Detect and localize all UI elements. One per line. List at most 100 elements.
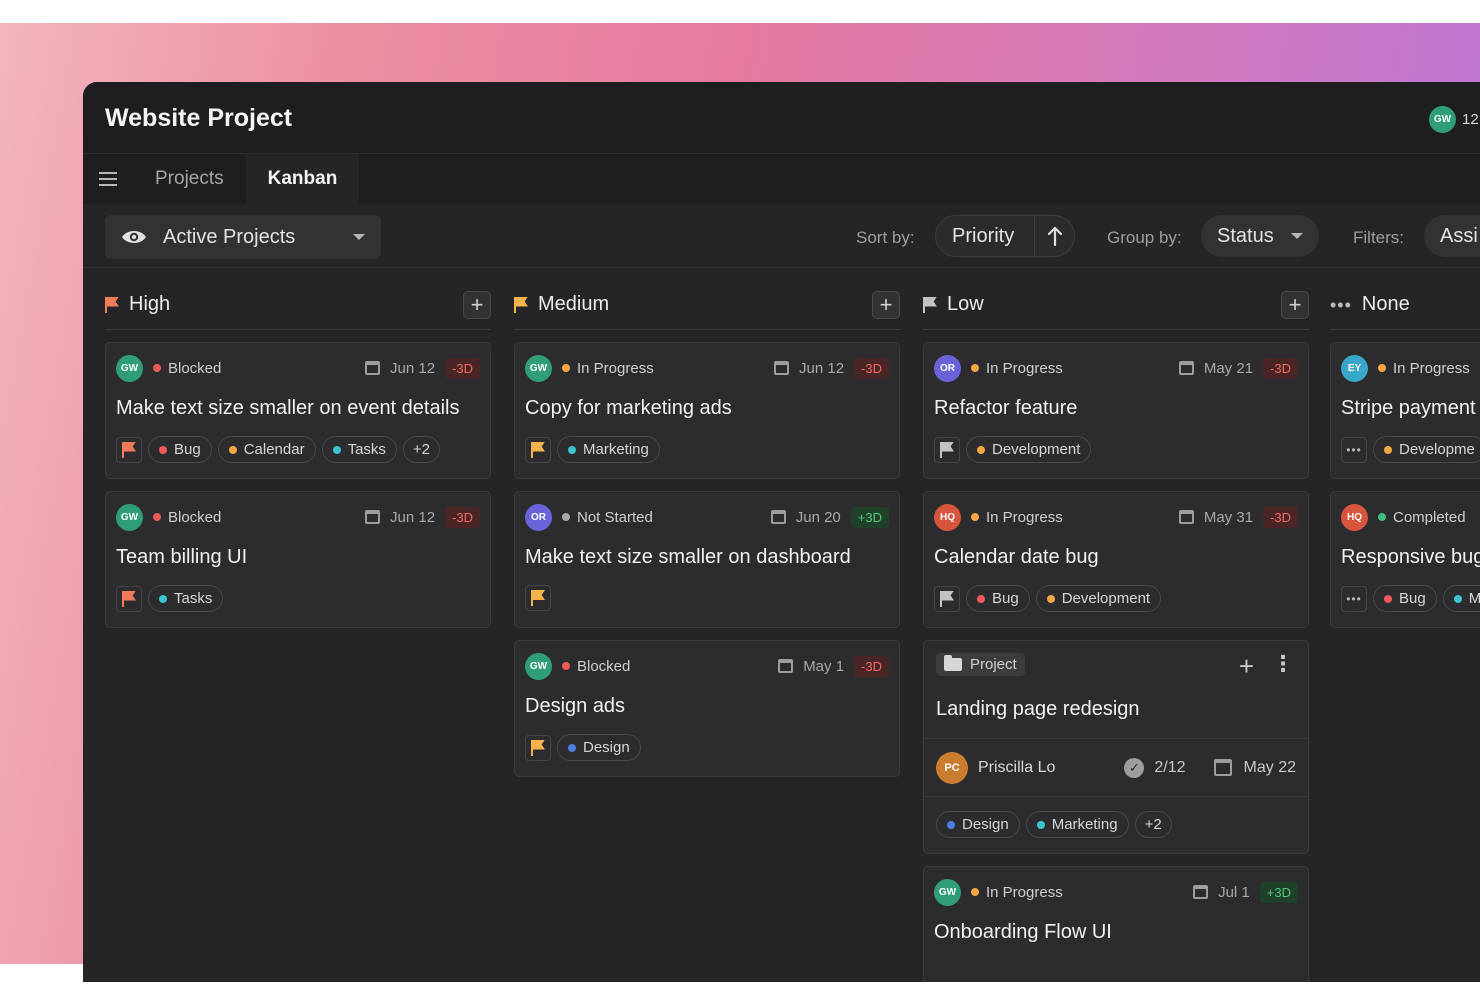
task-progress: ✓ 2/12	[1124, 757, 1186, 778]
delta-badge: -3D	[854, 655, 889, 677]
eye-icon	[122, 231, 146, 243]
tag[interactable]: Development	[966, 436, 1092, 463]
calendar-icon	[365, 361, 380, 375]
tag[interactable]: Bug	[148, 436, 212, 463]
priority-flag[interactable]	[525, 734, 551, 761]
group-control[interactable]: Status	[1201, 215, 1319, 257]
calendar-icon	[1178, 361, 1194, 375]
column-none: ••• None EY In Progress Stripe payment •…	[1330, 288, 1480, 640]
status-badge: Completed	[1378, 509, 1480, 526]
tag[interactable]: Calendar	[217, 436, 316, 463]
tag[interactable]: Tasks	[148, 585, 224, 612]
add-card-button[interactable]: +	[1281, 290, 1309, 319]
priority-flag[interactable]	[525, 436, 551, 463]
due-date: Jun 20	[770, 509, 841, 526]
priority-flag[interactable]	[934, 585, 960, 612]
add-card-button[interactable]: +	[463, 290, 491, 319]
status-badge: In Progress	[971, 509, 1179, 526]
tag[interactable]: Marketing	[1025, 811, 1129, 838]
due-date: Jul 1	[1193, 884, 1250, 901]
flag-icon	[122, 441, 136, 458]
priority-none[interactable]: •••	[1341, 585, 1367, 612]
chevron-down-icon	[353, 234, 365, 240]
folder-icon	[944, 655, 962, 671]
priority-none[interactable]: •••	[1341, 436, 1367, 463]
tag[interactable]: Bug	[966, 585, 1030, 612]
more-vertical-icon[interactable]: ⋮	[1272, 653, 1294, 679]
delta-badge: -3D	[854, 357, 889, 379]
view-select[interactable]: Active Projects	[105, 215, 381, 259]
chevron-down-icon	[1291, 233, 1303, 239]
card-title: Make text size smaller on event details	[116, 397, 460, 419]
tag[interactable]: Bug	[1373, 585, 1437, 612]
task-card[interactable]: OR In Progress May 21 -3D Refactor featu…	[923, 342, 1309, 479]
task-card[interactable]: GW In Progress Jun 12 -3D Copy for marke…	[514, 342, 900, 479]
tag[interactable]: Development	[1035, 585, 1162, 612]
status-badge: In Progress	[971, 360, 1179, 377]
tab-kanban[interactable]: Kanban	[245, 154, 360, 204]
tag[interactable]: Marketing	[557, 436, 660, 463]
flag-icon	[531, 590, 545, 606]
nav-bar: Projects Kanban	[83, 154, 1480, 204]
add-card-button[interactable]: +	[872, 290, 900, 319]
avatar: HQ	[934, 503, 961, 531]
task-card[interactable]: GW Blocked Jun 12 -3D Team billing UI Ta…	[105, 491, 491, 628]
sort-direction-button[interactable]	[1034, 216, 1074, 256]
task-card[interactable]: GW Blocked May 1 -3D Design ads Design	[514, 640, 900, 777]
status-badge: Blocked	[153, 509, 365, 526]
flag-icon	[122, 590, 136, 607]
avatar: GW	[934, 878, 961, 906]
delta-badge: -3D	[1263, 506, 1298, 528]
tag[interactable]: Design	[936, 811, 1020, 838]
tag[interactable]: Developme	[1373, 436, 1480, 463]
tag[interactable]: Tasks	[321, 436, 397, 463]
add-icon[interactable]: +	[1239, 653, 1254, 679]
more-tags-badge[interactable]: +2	[402, 436, 441, 463]
card-tags: Marketing	[525, 436, 889, 463]
filter-control[interactable]: Assi	[1424, 215, 1480, 257]
card-title: Stripe payment	[1341, 397, 1476, 419]
task-card[interactable]: EY In Progress Stripe payment ••• Develo…	[1330, 342, 1480, 479]
calendar-icon	[770, 510, 786, 524]
priority-flag[interactable]	[525, 585, 551, 611]
tag[interactable]: M	[1442, 585, 1480, 612]
due-date: Jun 12	[365, 360, 435, 377]
delta-badge: +3D	[1259, 881, 1298, 903]
task-card[interactable]: GW In Progress Jul 1 +3D Onboarding Flow…	[923, 866, 1309, 982]
task-card[interactable]: OR Not Started Jun 20 +3D Make text size…	[514, 491, 900, 628]
owner-avatar: PC	[936, 751, 968, 784]
task-card[interactable]: HQ Completed Responsive bug ••• Bug M	[1330, 491, 1480, 628]
current-user[interactable]: GW 12,	[1429, 106, 1480, 133]
calendar-icon	[365, 510, 380, 524]
project-card[interactable]: Project + ⋮ Landing page redesign PC Pri…	[923, 640, 1309, 854]
due-date: May 21	[1178, 360, 1253, 377]
card-title: Onboarding Flow UI	[934, 921, 1112, 943]
priority-flag[interactable]	[934, 436, 960, 463]
priority-flag[interactable]	[116, 436, 142, 463]
flag-icon	[923, 296, 937, 313]
column-high: High + GW Blocked Jun 12 -3D Make text s…	[105, 288, 491, 640]
card-title: Make text size smaller on dashboard	[525, 546, 851, 568]
flag-icon	[531, 441, 545, 458]
card-tags: Design	[525, 734, 889, 761]
more-horizontal-icon: •••	[1346, 591, 1362, 606]
group-label: Group by:	[1107, 228, 1182, 247]
task-card[interactable]: HQ In Progress May 31 -3D Calendar date …	[923, 491, 1309, 628]
priority-flag[interactable]	[116, 585, 142, 612]
delta-badge: -3D	[445, 357, 480, 379]
menu-icon[interactable]	[83, 154, 133, 204]
filter-value: Assi	[1440, 224, 1478, 247]
more-tags-badge[interactable]: +2	[1134, 811, 1172, 838]
tag[interactable]: Design	[557, 734, 641, 761]
tab-projects[interactable]: Projects	[133, 154, 246, 204]
avatar: GW	[525, 354, 552, 382]
task-card[interactable]: GW Blocked Jun 12 -3D Make text size sma…	[105, 342, 491, 479]
sort-value[interactable]: Priority	[936, 225, 1034, 248]
sort-control[interactable]: Priority	[935, 215, 1075, 257]
delta-badge: -3D	[1263, 357, 1298, 379]
column-low: Low + OR In Progress May 21 -3D Refactor…	[923, 288, 1309, 982]
status-badge: Blocked	[562, 658, 778, 675]
delta-badge: -3D	[445, 506, 480, 528]
column-name: Medium	[538, 293, 610, 315]
user-avatar[interactable]: GW	[1429, 106, 1456, 133]
